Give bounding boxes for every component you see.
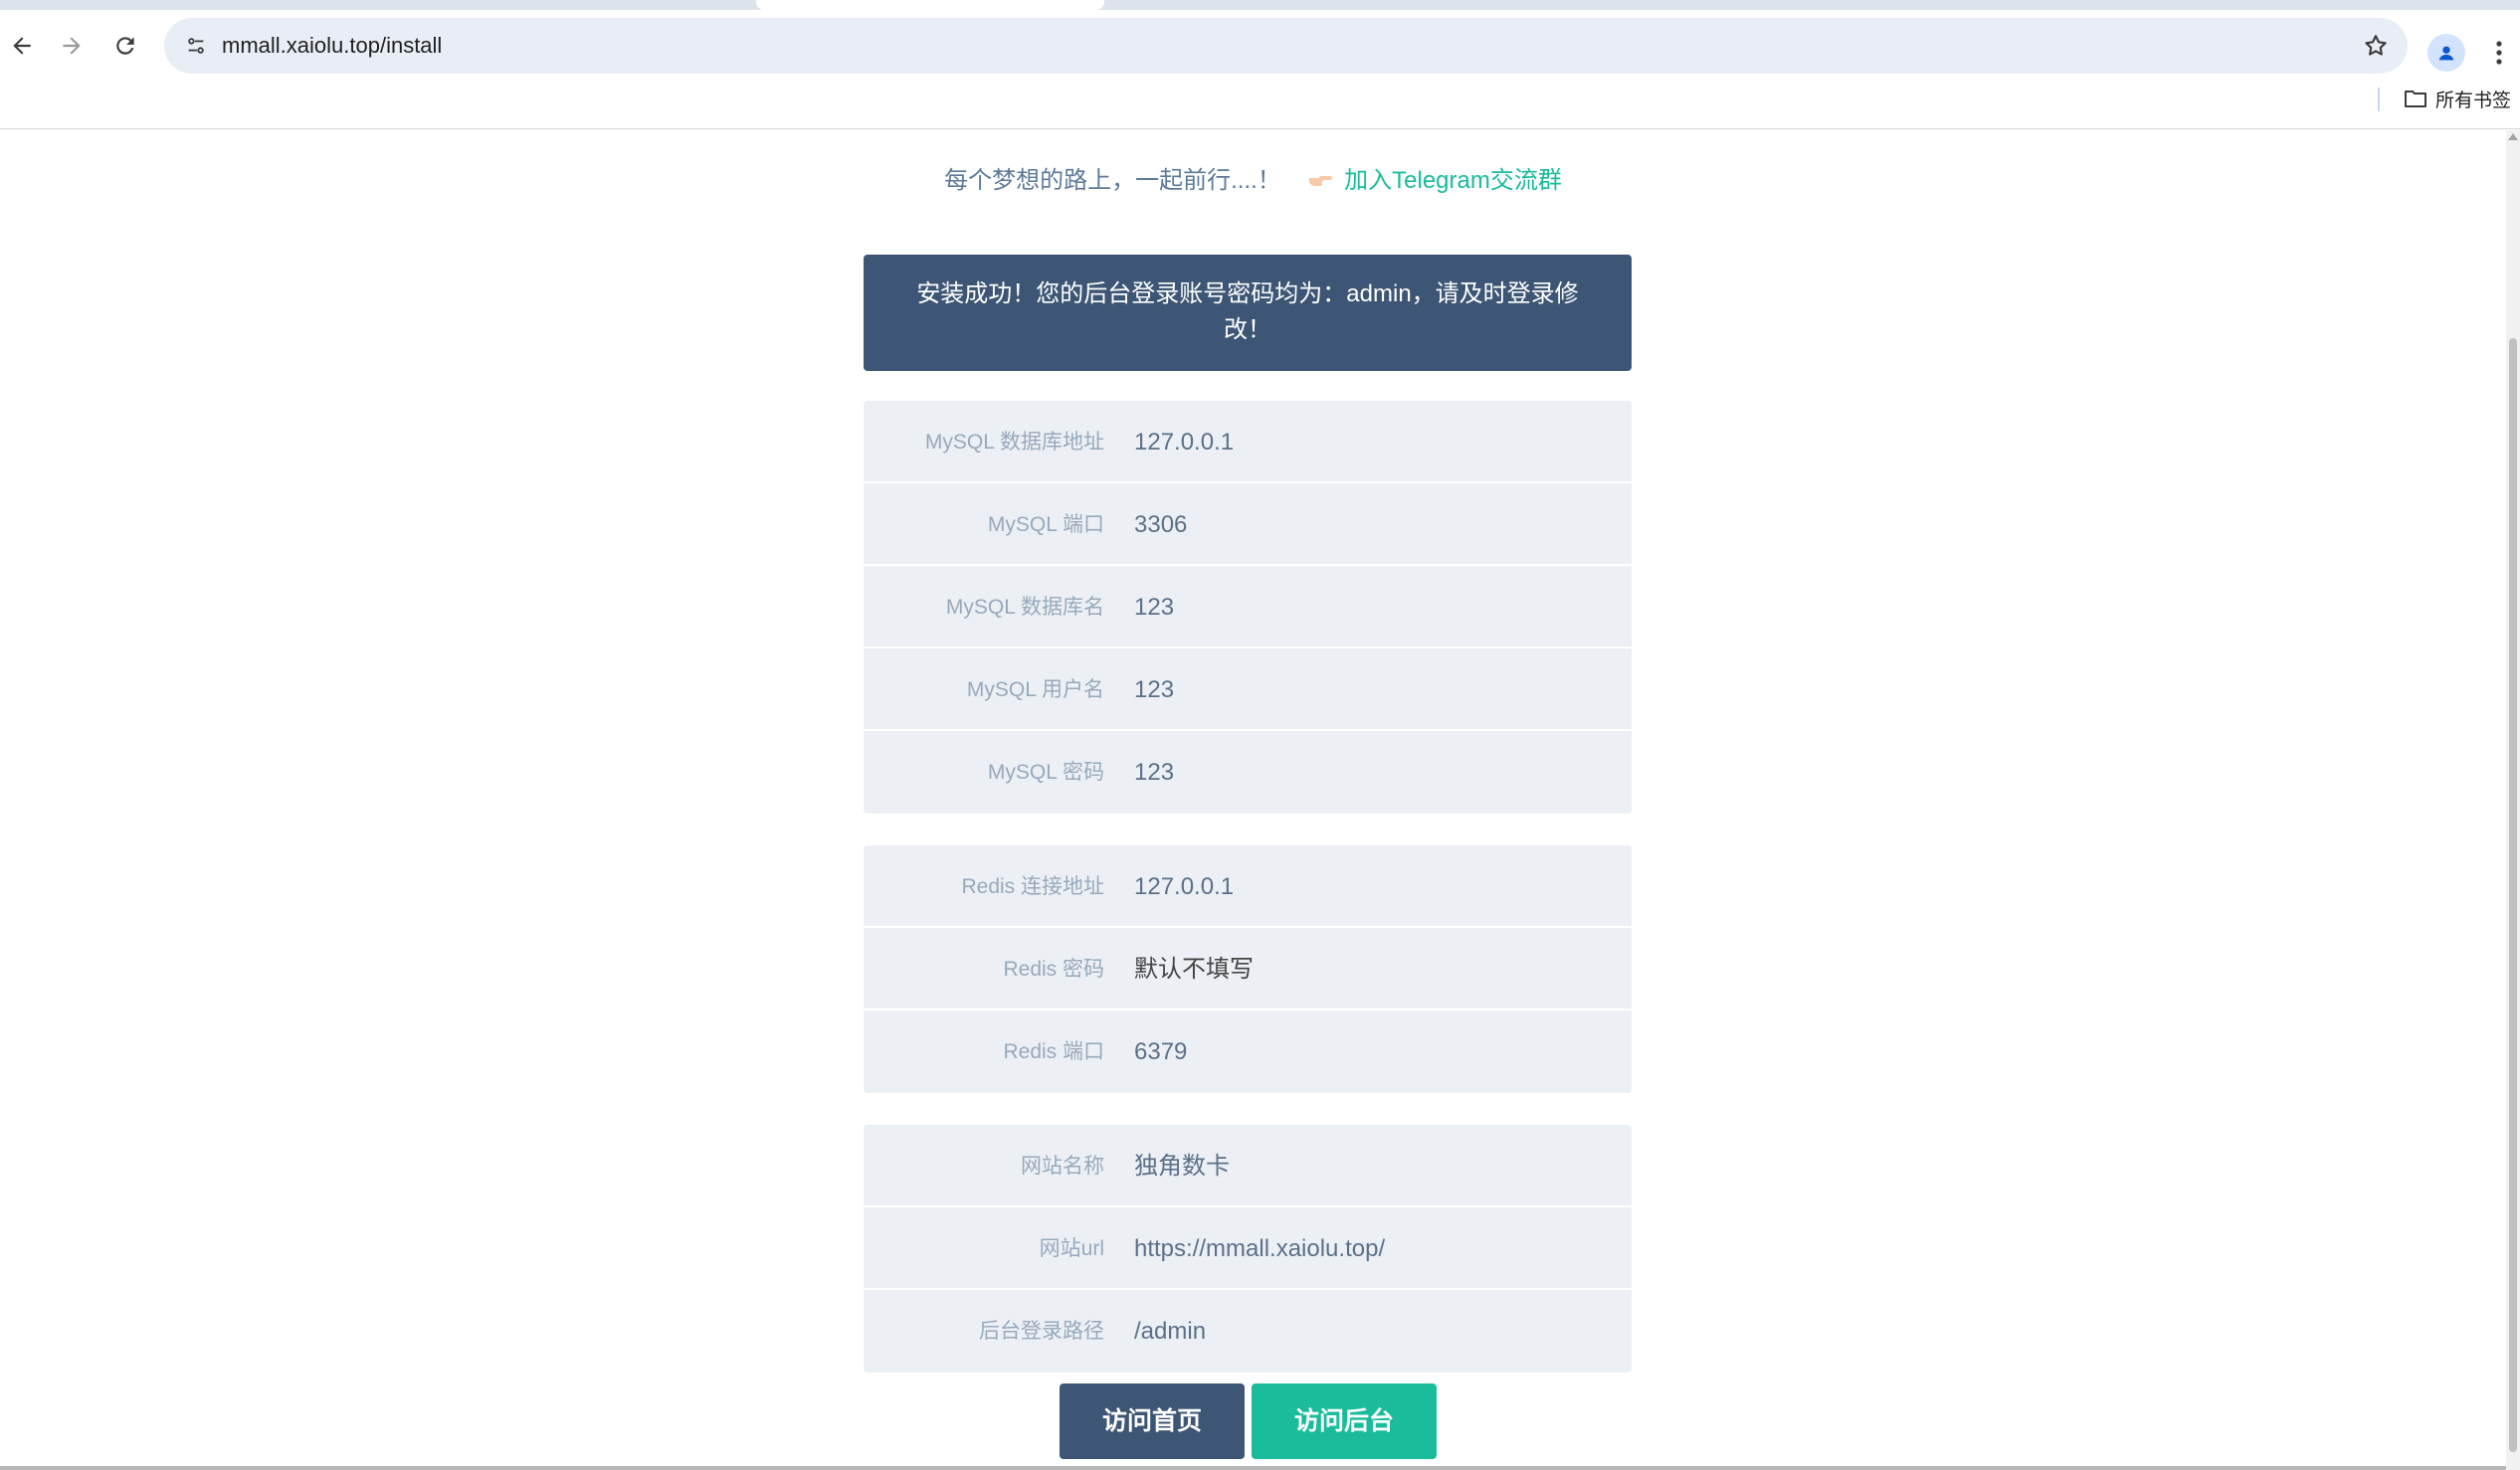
address-bar[interactable]: mmall.xaiolu.top/install — [164, 18, 2408, 74]
row-label: Redis 连接地址 — [961, 875, 1104, 898]
row-value: 默认不填写 — [1134, 956, 1254, 983]
alert-message: 安装成功！您的后台登录账号密码均为：admin，请及时登录修改！ — [916, 280, 1579, 343]
pointing-hand-icon — [1307, 167, 1340, 194]
row-value: 123 — [1134, 594, 1175, 621]
row-label: MySQL 端口 — [987, 513, 1104, 536]
browser-toolbar: mmall.xaiolu.top/install — [0, 10, 2520, 84]
all-bookmarks-label: 所有书签 — [2435, 90, 2512, 111]
active-tab[interactable] — [756, 0, 1104, 10]
config-row-mysql-port: MySQL 端口 3306 — [864, 483, 1632, 566]
back-button[interactable] — [0, 24, 44, 68]
header-tagline: 每个梦想的路上，一起前行....！ 加入Telegram交流群 — [0, 160, 2506, 195]
scroll-up-arrow-icon[interactable] — [2508, 133, 2518, 140]
row-value: 独角数卡 — [1134, 1153, 1230, 1180]
visit-admin-button[interactable]: 访问后台 — [1252, 1383, 1437, 1459]
config-row-mysql-host: MySQL 数据库地址 127.0.0.1 — [864, 401, 1632, 483]
tab-strip — [0, 0, 2520, 10]
row-value: https://mmall.xaiolu.top/ — [1134, 1235, 1386, 1262]
reload-icon — [116, 37, 134, 55]
tagline-text: 每个梦想的路上，一起前行....！ — [944, 167, 1281, 194]
profile-avatar-icon[interactable] — [2427, 34, 2465, 72]
config-row-mysql-username: MySQL 用户名 123 — [864, 648, 1632, 731]
config-row-mysql-database: MySQL 数据库名 123 — [864, 566, 1632, 648]
config-row-redis-password: Redis 密码 默认不填写 — [864, 928, 1632, 1011]
config-row-mysql-password: MySQL 密码 123 — [864, 731, 1632, 814]
site-config-card: 网站名称 独角数卡 网站url https://mmall.xaiolu.top… — [864, 1125, 1632, 1373]
row-label: MySQL 密码 — [987, 761, 1104, 784]
install-success-alert: 安装成功！您的后台登录账号密码均为：admin，请及时登录修改！ — [864, 255, 1632, 371]
row-label: MySQL 用户名 — [966, 678, 1104, 701]
bookmark-star-icon[interactable] — [2358, 28, 2394, 64]
row-label: Redis 端口 — [1003, 1040, 1104, 1063]
bookmarks-separator — [2378, 88, 2380, 111]
row-value: /admin — [1134, 1318, 1207, 1345]
arrow-left-icon — [13, 37, 31, 55]
mysql-config-card: MySQL 数据库地址 127.0.0.1 MySQL 端口 3306 MySQ… — [864, 401, 1632, 814]
row-label: 网站名称 — [1021, 1155, 1104, 1178]
row-value: 6379 — [1134, 1038, 1188, 1065]
scrollbar-thumb[interactable] — [2509, 338, 2517, 1452]
bookmarks-bar: 所有书签 — [0, 84, 2520, 129]
arrow-right-icon — [63, 37, 81, 55]
config-row-redis-port: Redis 端口 6379 — [864, 1011, 1632, 1093]
taskbar-edge — [0, 1466, 2506, 1470]
folder-icon — [2405, 91, 2426, 107]
redis-config-card: Redis 连接地址 127.0.0.1 Redis 密码 默认不填写 Redi… — [864, 845, 1632, 1093]
forward-button[interactable] — [50, 24, 94, 68]
config-row-site-name: 网站名称 独角数卡 — [864, 1125, 1632, 1207]
row-label: MySQL 数据库名 — [945, 596, 1104, 619]
row-value: 123 — [1134, 759, 1175, 786]
config-row-admin-path: 后台登录路径 /admin — [864, 1290, 1632, 1373]
url-text[interactable]: mmall.xaiolu.top/install — [222, 33, 442, 59]
row-value: 123 — [1134, 676, 1175, 703]
all-bookmarks-button[interactable]: 所有书签 — [2404, 84, 2511, 113]
row-label: Redis 密码 — [1003, 958, 1104, 981]
row-label: 网站url — [1039, 1237, 1104, 1260]
visit-home-button[interactable]: 访问首页 — [1060, 1383, 1245, 1459]
browser-menu-icon[interactable] — [2482, 32, 2516, 74]
row-label: 后台登录路径 — [979, 1320, 1104, 1343]
row-value: 3306 — [1134, 511, 1188, 538]
telegram-group-link[interactable]: 加入Telegram交流群 — [1344, 167, 1562, 194]
row-value: 127.0.0.1 — [1134, 429, 1235, 456]
config-row-redis-host: Redis 连接地址 127.0.0.1 — [864, 845, 1632, 928]
row-label: MySQL 数据库地址 — [924, 431, 1104, 454]
site-info-icon[interactable] — [176, 26, 216, 66]
install-page: 每个梦想的路上，一起前行....！ 加入Telegram交流群 安装成功！您的后… — [0, 130, 2506, 1470]
reload-button[interactable] — [103, 24, 147, 68]
config-row-site-url: 网站url https://mmall.xaiolu.top/ — [864, 1207, 1632, 1290]
row-value: 127.0.0.1 — [1134, 873, 1235, 900]
